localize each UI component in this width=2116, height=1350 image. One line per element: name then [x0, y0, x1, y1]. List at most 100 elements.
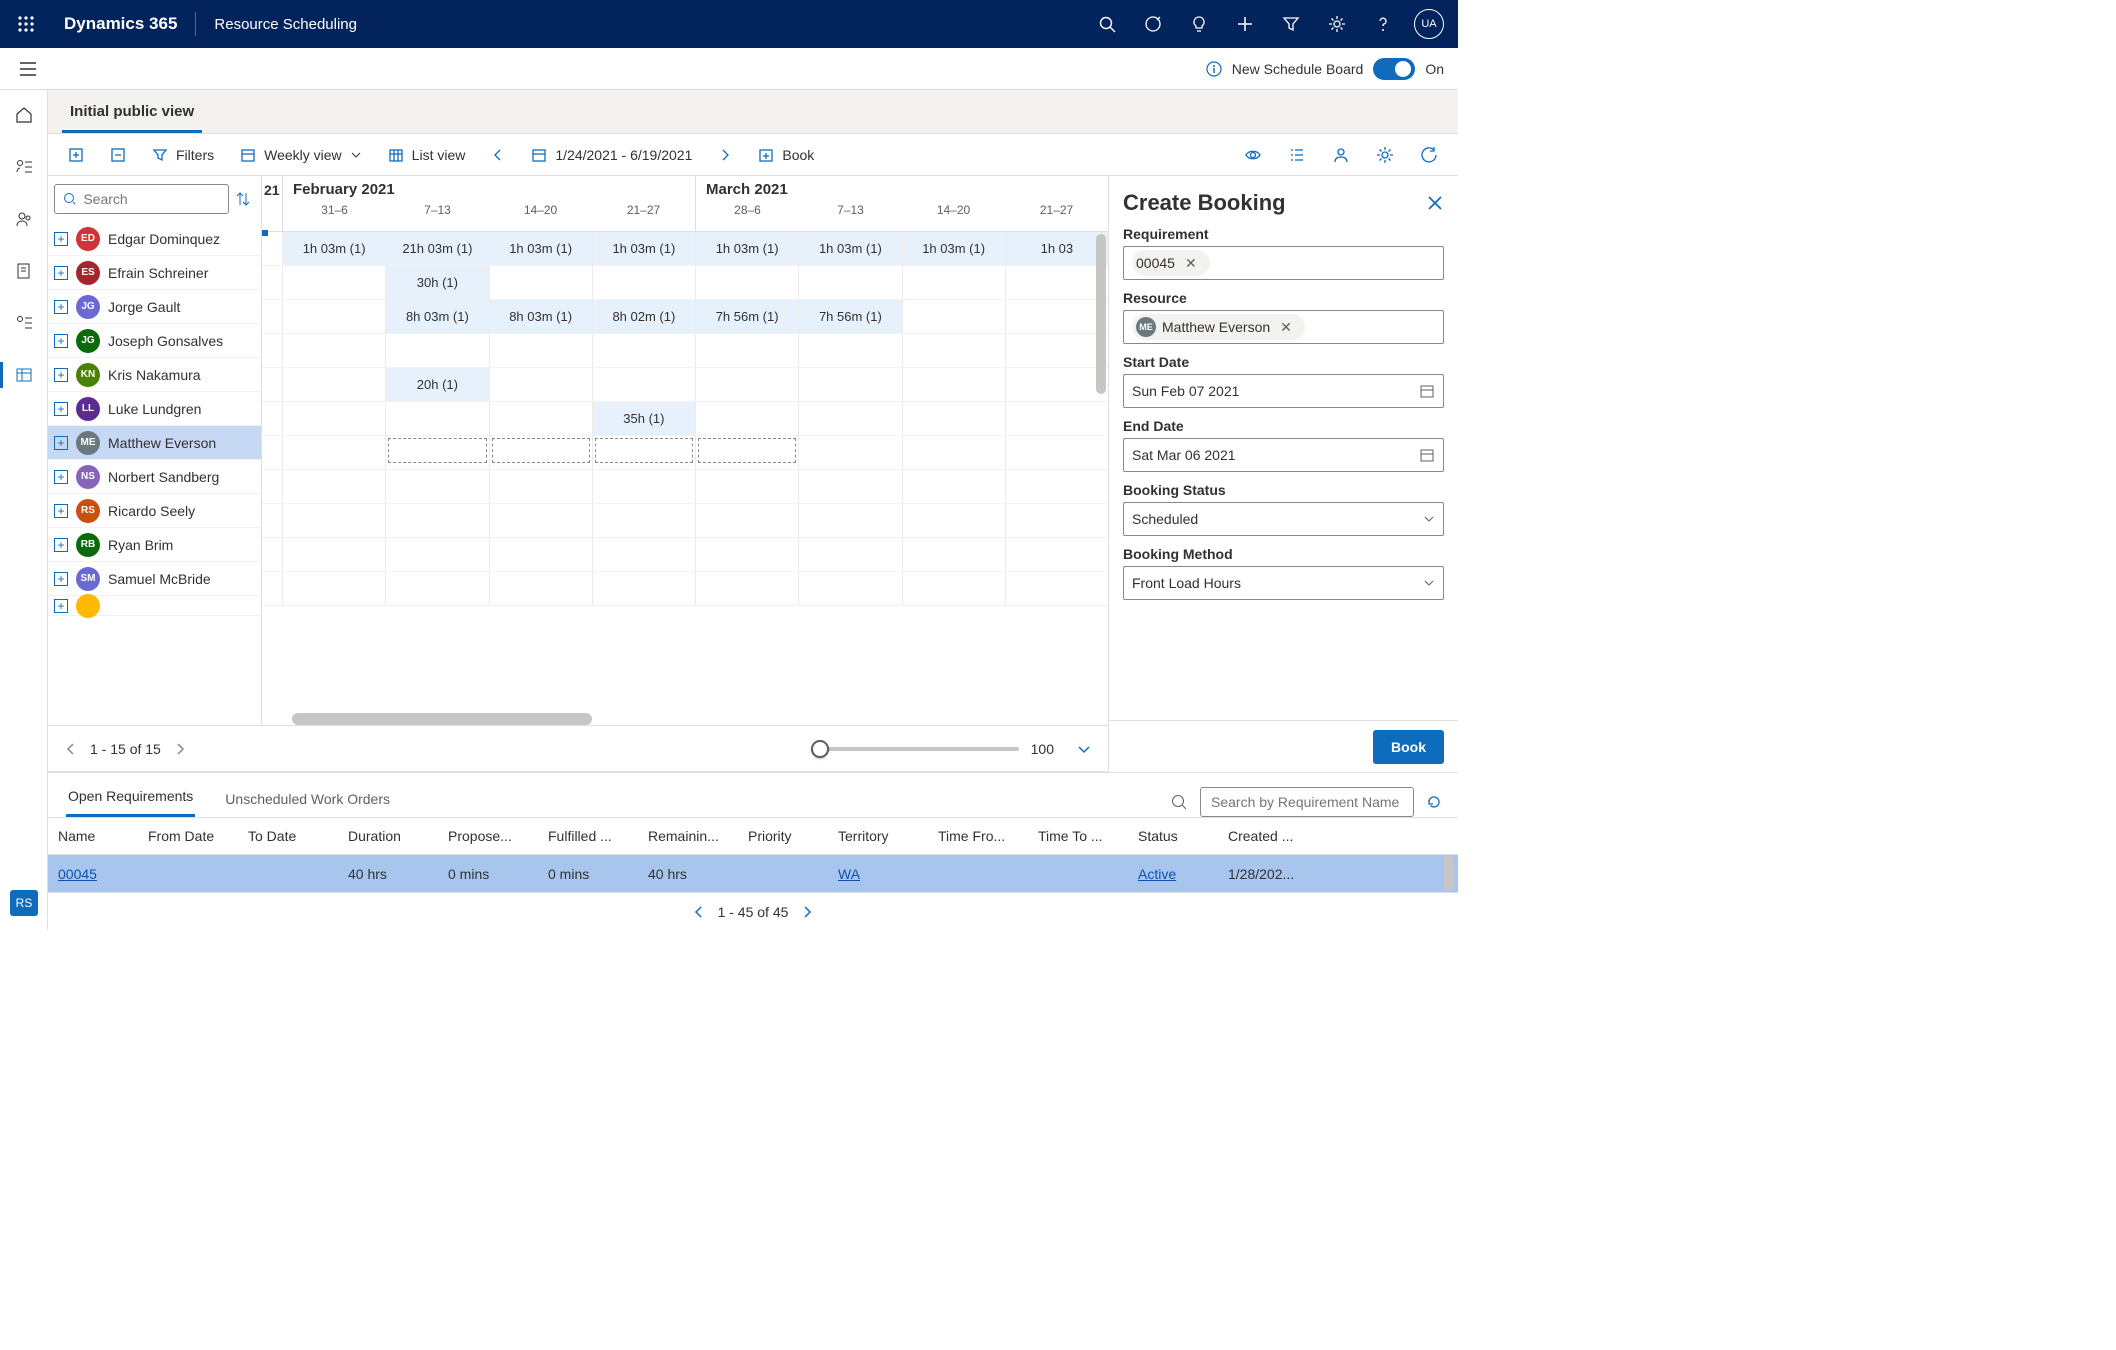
list-details-icon[interactable]: [1282, 140, 1312, 170]
schedule-board-icon[interactable]: [0, 358, 48, 392]
calendar-cell[interactable]: 8h 02m (1): [592, 300, 695, 333]
zoom-slider[interactable]: [819, 747, 1019, 751]
calendar-cell[interactable]: [592, 572, 695, 605]
calendar-cell[interactable]: [902, 538, 1005, 571]
calendar-cell[interactable]: [592, 470, 695, 503]
calendar-cell[interactable]: [1005, 470, 1108, 503]
calendar-cell[interactable]: [1005, 504, 1108, 537]
calendar-cell[interactable]: [695, 402, 798, 435]
gear-icon[interactable]: [1370, 140, 1400, 170]
book-button-toolbar[interactable]: Book: [752, 141, 820, 169]
calendar-grid[interactable]: 21 February 202131–67–1314–2021–27March …: [262, 176, 1108, 725]
resource-row[interactable]: +ESEfrain Schreiner: [48, 256, 261, 290]
filters-button[interactable]: Filters: [146, 141, 220, 169]
calendar-cell[interactable]: [489, 368, 592, 401]
calendar-cell[interactable]: [385, 504, 488, 537]
calendar-cell[interactable]: [1005, 402, 1108, 435]
home-icon[interactable]: [0, 98, 48, 132]
refresh-icon[interactable]: [1426, 794, 1442, 810]
app-subtitle[interactable]: Resource Scheduling: [196, 16, 375, 33]
calendar-cell[interactable]: [1005, 334, 1108, 367]
column-header[interactable]: Duration: [338, 828, 438, 844]
booking-method-field[interactable]: Front Load Hours: [1123, 566, 1444, 600]
calendar-cell[interactable]: [1005, 572, 1108, 605]
calendar-cell[interactable]: [282, 470, 385, 503]
expand-all-icon[interactable]: [62, 141, 90, 169]
calendar-cell[interactable]: [902, 266, 1005, 299]
settings-icon[interactable]: [1314, 0, 1360, 48]
search-icon[interactable]: [1170, 793, 1188, 811]
expand-icon[interactable]: +: [54, 572, 68, 586]
bpager-prev-icon[interactable]: [692, 905, 706, 919]
expand-icon[interactable]: +: [54, 368, 68, 382]
calendar-cell[interactable]: [798, 470, 901, 503]
column-header[interactable]: Remainin...: [638, 828, 738, 844]
table-row[interactable]: 0004540 hrs0 mins0 mins40 hrsWAActive1/2…: [48, 855, 1458, 893]
calendar-cell[interactable]: [282, 504, 385, 537]
calendar-body[interactable]: 1h 03m (1)21h 03m (1)1h 03m (1)1h 03m (1…: [262, 232, 1108, 703]
calendar-cell[interactable]: [489, 334, 592, 367]
document-icon[interactable]: [0, 254, 48, 288]
calendar-cell[interactable]: [385, 470, 488, 503]
calendar-cell[interactable]: [695, 436, 798, 469]
resource-row[interactable]: +JGJorge Gault: [48, 290, 261, 324]
plus-icon[interactable]: [1222, 0, 1268, 48]
target-icon[interactable]: [1130, 0, 1176, 48]
calendar-cell[interactable]: 1h 03m (1): [282, 232, 385, 265]
calendar-cell[interactable]: [695, 504, 798, 537]
calendar-cell[interactable]: [489, 538, 592, 571]
calendar-cell[interactable]: 30h (1): [385, 266, 488, 299]
resource-row[interactable]: +KNKris Nakamura: [48, 358, 261, 392]
column-header[interactable]: Territory: [828, 828, 928, 844]
column-header[interactable]: Time Fro...: [928, 828, 1028, 844]
resource-list[interactable]: +EDEdgar Dominquez+ESEfrain Schreiner+JG…: [48, 222, 261, 725]
start-date-field[interactable]: Sun Feb 07 2021: [1123, 374, 1444, 408]
filter-icon[interactable]: [1268, 0, 1314, 48]
rs-app-chip[interactable]: RS: [10, 890, 38, 916]
expand-icon[interactable]: +: [54, 436, 68, 450]
calendar-cell[interactable]: [489, 572, 592, 605]
tab-open-requirements[interactable]: Open Requirements: [66, 778, 195, 817]
calendar-cell[interactable]: [695, 368, 798, 401]
requirement-chip[interactable]: 00045 ✕: [1132, 250, 1210, 276]
calendar-cell[interactable]: [1005, 266, 1108, 299]
bottom-vertical-scrollbar[interactable]: [1444, 855, 1454, 891]
calendar-cell[interactable]: [1005, 300, 1108, 333]
resource-row[interactable]: +MEMatthew Everson: [48, 426, 261, 460]
calendar-cell[interactable]: 8h 03m (1): [489, 300, 592, 333]
column-header[interactable]: Priority: [738, 828, 828, 844]
calendar-cell[interactable]: 1h 03m (1): [902, 232, 1005, 265]
calendar-cell[interactable]: [902, 402, 1005, 435]
schedule-board-toggle[interactable]: [1373, 58, 1415, 80]
requirement-search-input[interactable]: [1200, 787, 1414, 817]
calendar-cell[interactable]: [592, 334, 695, 367]
listview-button[interactable]: List view: [382, 141, 472, 169]
column-header[interactable]: Fulfilled ...: [538, 828, 638, 844]
book-button[interactable]: Book: [1373, 730, 1444, 764]
calendar-cell[interactable]: 20h (1): [385, 368, 488, 401]
column-header[interactable]: From Date: [138, 828, 238, 844]
resource-row[interactable]: +LLLuke Lundgren: [48, 392, 261, 426]
calendar-cell[interactable]: [592, 538, 695, 571]
help-icon[interactable]: [1360, 0, 1406, 48]
calendar-cell[interactable]: [385, 538, 488, 571]
calendar-cell[interactable]: [282, 572, 385, 605]
viewmode-dropdown[interactable]: Weekly view: [234, 141, 368, 169]
person-icon[interactable]: [1326, 140, 1356, 170]
calendar-cell[interactable]: [798, 436, 901, 469]
date-prev-icon[interactable]: [485, 142, 511, 168]
calendar-cell[interactable]: [798, 368, 901, 401]
calendar-cell[interactable]: [592, 436, 695, 469]
hamburger-icon[interactable]: [8, 62, 48, 76]
column-header[interactable]: Name: [48, 828, 138, 844]
calendar-cell[interactable]: [489, 402, 592, 435]
tab-initial-public-view[interactable]: Initial public view: [62, 93, 202, 133]
expand-icon[interactable]: +: [54, 334, 68, 348]
calendar-cell[interactable]: [489, 436, 592, 469]
calendar-cell[interactable]: [902, 436, 1005, 469]
resource-row[interactable]: +RBRyan Brim: [48, 528, 261, 562]
calendar-cell[interactable]: [592, 266, 695, 299]
calendar-cell[interactable]: [385, 402, 488, 435]
calendar-icon[interactable]: [1419, 447, 1435, 463]
calendar-cell[interactable]: [385, 436, 488, 469]
